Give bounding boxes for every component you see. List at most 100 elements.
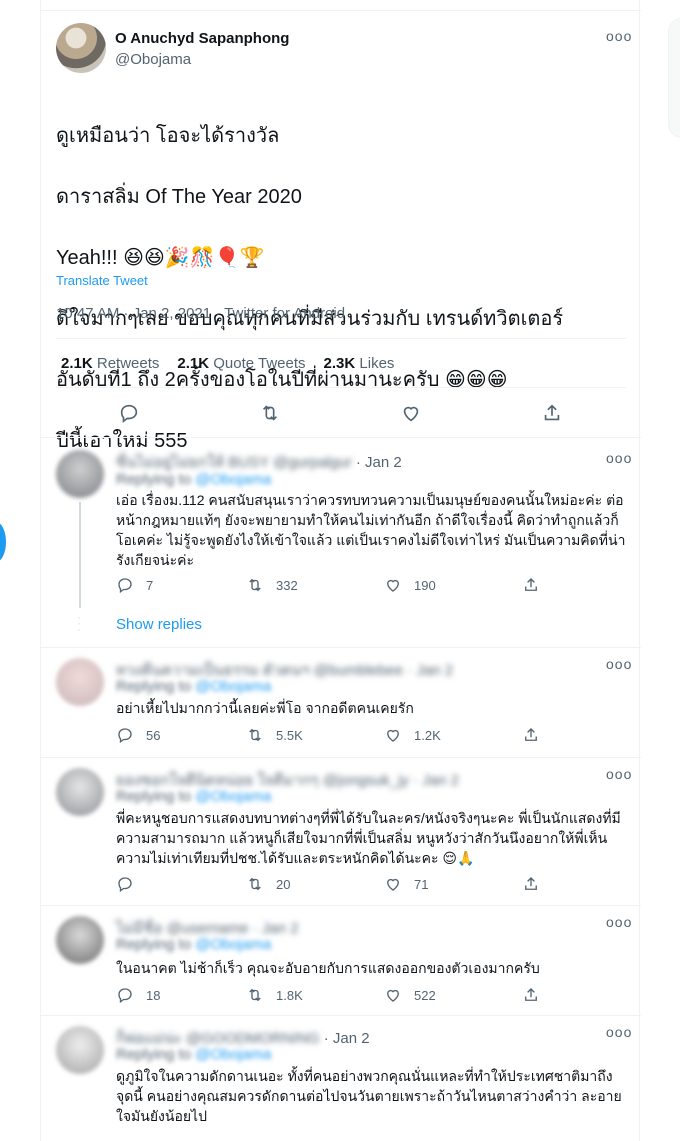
replying-to: Replying to @Obojama [116, 936, 271, 953]
tweet-actions [56, 400, 626, 426]
thread-line [79, 502, 81, 608]
reply-count: 18 [146, 987, 161, 1003]
replying-handle[interactable]: @Obojama [195, 471, 271, 488]
like-icon [387, 989, 399, 1002]
replying-to: Replying to @Obojama [116, 788, 271, 805]
tweet-text: ดูเหมือนว่า โอจะได้รางวัล ดาราสลิ่ม Of T… [56, 90, 626, 487]
more-options-icon[interactable]: ooo [606, 28, 632, 44]
author-name[interactable]: O Anuchyd Sapanphong [115, 30, 289, 47]
likes-stat[interactable]: 2.3K Likes [324, 355, 395, 372]
reply-date: · Jan 2 [323, 1030, 370, 1047]
retweet-action[interactable]: 5.5K [246, 726, 303, 744]
replying-handle[interactable]: @Obojama [195, 678, 271, 695]
like-count: 1.2K [414, 727, 441, 743]
like-icon[interactable] [398, 400, 424, 426]
more-options-icon[interactable]: ooo [606, 450, 632, 466]
translate-tweet-link[interactable]: Translate Tweet [56, 273, 148, 288]
replying-label: Replying to [116, 678, 192, 695]
timeline-column: O Anuchyd Sapanphong @Obojama ooo ดูเหมื… [40, 0, 641, 1141]
divider [56, 338, 626, 339]
reply-action[interactable]: 18 [116, 986, 160, 1004]
reply-icon [118, 728, 132, 744]
reply-date: · Jan 2 [355, 454, 402, 471]
like-action[interactable]: 71 [384, 875, 428, 893]
like-action[interactable]: 190 [384, 576, 436, 594]
reply-action[interactable] [116, 875, 146, 893]
reply-icon [118, 578, 132, 594]
show-replies-link[interactable]: Show replies [116, 616, 202, 633]
more-options-icon[interactable]: ooo [606, 1024, 632, 1040]
author-name-blurred: ซื่นไม่อยู่ไม่ยกให้ BUSY @gurpalgur [116, 454, 352, 471]
reply-tweet[interactable]: ซื่นไม่อยู่ไม่ยกให้ BUSY @gurpalgur · Ja… [41, 438, 641, 648]
replying-label: Replying to [116, 471, 192, 488]
replying-to: Replying to @Obojama [116, 678, 271, 695]
reply-action[interactable]: 56 [116, 726, 160, 744]
replying-handle[interactable]: @Obojama [195, 936, 271, 953]
compose-fab-edge[interactable] [0, 522, 6, 562]
share-action[interactable] [522, 726, 540, 744]
share-icon [525, 578, 537, 591]
reply-count: 7 [146, 577, 154, 593]
author-handle[interactable]: @Obojama [115, 51, 191, 68]
like-icon [387, 878, 399, 891]
avatar[interactable] [56, 450, 104, 498]
retweets-label: Retweets [96, 355, 160, 372]
like-icon [387, 579, 399, 592]
like-action[interactable]: 1.2K [384, 726, 441, 744]
share-icon [525, 877, 537, 890]
more-options-icon[interactable]: ooo [606, 766, 632, 782]
retweet-count: 332 [276, 577, 298, 593]
tweet-timestamp[interactable]: 10:47 AM · Jan 2, 2021 · Twitter for And… [56, 305, 345, 322]
share-action[interactable] [522, 576, 540, 594]
retweet-icon[interactable] [257, 400, 283, 426]
retweet-action[interactable]: 332 [246, 576, 298, 594]
reply-tweet[interactable]: ก็พ่อแม่น่ะ @GOODMORNING · Jan 2 ooo Rep… [41, 1016, 641, 1141]
thread-dots: · · · [77, 610, 81, 636]
reply-icon[interactable] [116, 400, 142, 426]
tweet-stats: 2.1K Retweets 2.1K Quote Tweets 2.3K Lik… [61, 355, 394, 372]
author-name-blurred: ทวงคืนความเป็นธรรม ตัวตนฯ @bumblebee · J… [116, 662, 454, 679]
reply-tweet[interactable]: ยองซอกใจดีนิดหน่อย ใจดีมากๆ @jongsuk_jy … [41, 758, 641, 906]
retweet-icon [249, 988, 261, 1002]
reply-tweet[interactable]: ไม่มีชื่อ @username · Jan 2 ooo Replying… [41, 906, 641, 1016]
like-count: 522 [414, 987, 436, 1003]
divider [56, 387, 626, 388]
reply-action[interactable]: 7 [116, 576, 153, 594]
author-name-blurred: ไม่มีชื่อ @username · Jan 2 [116, 920, 299, 937]
quotes-count: 2.1K [177, 355, 210, 372]
retweets-stat[interactable]: 2.1K Retweets [61, 355, 159, 372]
avatar[interactable] [56, 658, 104, 706]
avatar[interactable] [56, 1026, 104, 1074]
avatar[interactable] [56, 23, 106, 73]
author-name-blurred: ยองซอกใจดีนิดหน่อย ใจดีมากๆ @jongsuk_jy … [116, 772, 459, 789]
retweet-icon [249, 578, 261, 592]
retweet-action[interactable]: 20 [246, 875, 290, 893]
reply-tweet[interactable]: ทวงคืนความเป็นธรรม ตัวตนฯ @bumblebee · J… [41, 648, 641, 758]
like-icon [387, 729, 399, 742]
replying-to: Replying to @Obojama [116, 471, 271, 488]
divider [41, 10, 641, 11]
reply-text: ในอนาคต ไม่ช้าก็เร็ว คุณจะอับอายกับการแส… [116, 960, 540, 976]
like-action[interactable]: 522 [384, 986, 436, 1004]
replying-handle[interactable]: @Obojama [195, 1046, 271, 1063]
more-options-icon[interactable]: ooo [606, 914, 632, 930]
replying-handle[interactable]: @Obojama [195, 788, 271, 805]
sidebar-search-card [668, 18, 680, 138]
share-icon[interactable] [539, 400, 565, 426]
avatar[interactable] [56, 768, 104, 816]
quote-tweets-stat[interactable]: 2.1K Quote Tweets [177, 355, 305, 372]
tweet-line: ดาราสลิ่ม Of The Year 2020 [56, 185, 302, 208]
like-count: 190 [414, 577, 436, 593]
replying-label: Replying to [116, 1046, 192, 1063]
more-options-icon[interactable]: ooo [606, 656, 632, 672]
share-action[interactable] [522, 875, 540, 893]
retweet-action[interactable]: 1.8K [246, 986, 303, 1004]
share-action[interactable] [522, 986, 540, 1004]
share-icon [525, 988, 537, 1001]
retweet-icon [249, 728, 261, 742]
quotes-label: Quote Tweets [213, 355, 306, 372]
author-name-blurred: ก็พ่อแม่น่ะ @GOODMORNING [116, 1030, 320, 1047]
reply-text: พี่คะหนูชอบการแสดงบทบาทต่างๆที่พี่ได้รับ… [116, 810, 621, 866]
reply-text: เอ่อ เรื่องม.112 คนสนับสนุนเราว่าควรทบทว… [116, 492, 626, 568]
avatar[interactable] [56, 916, 104, 964]
